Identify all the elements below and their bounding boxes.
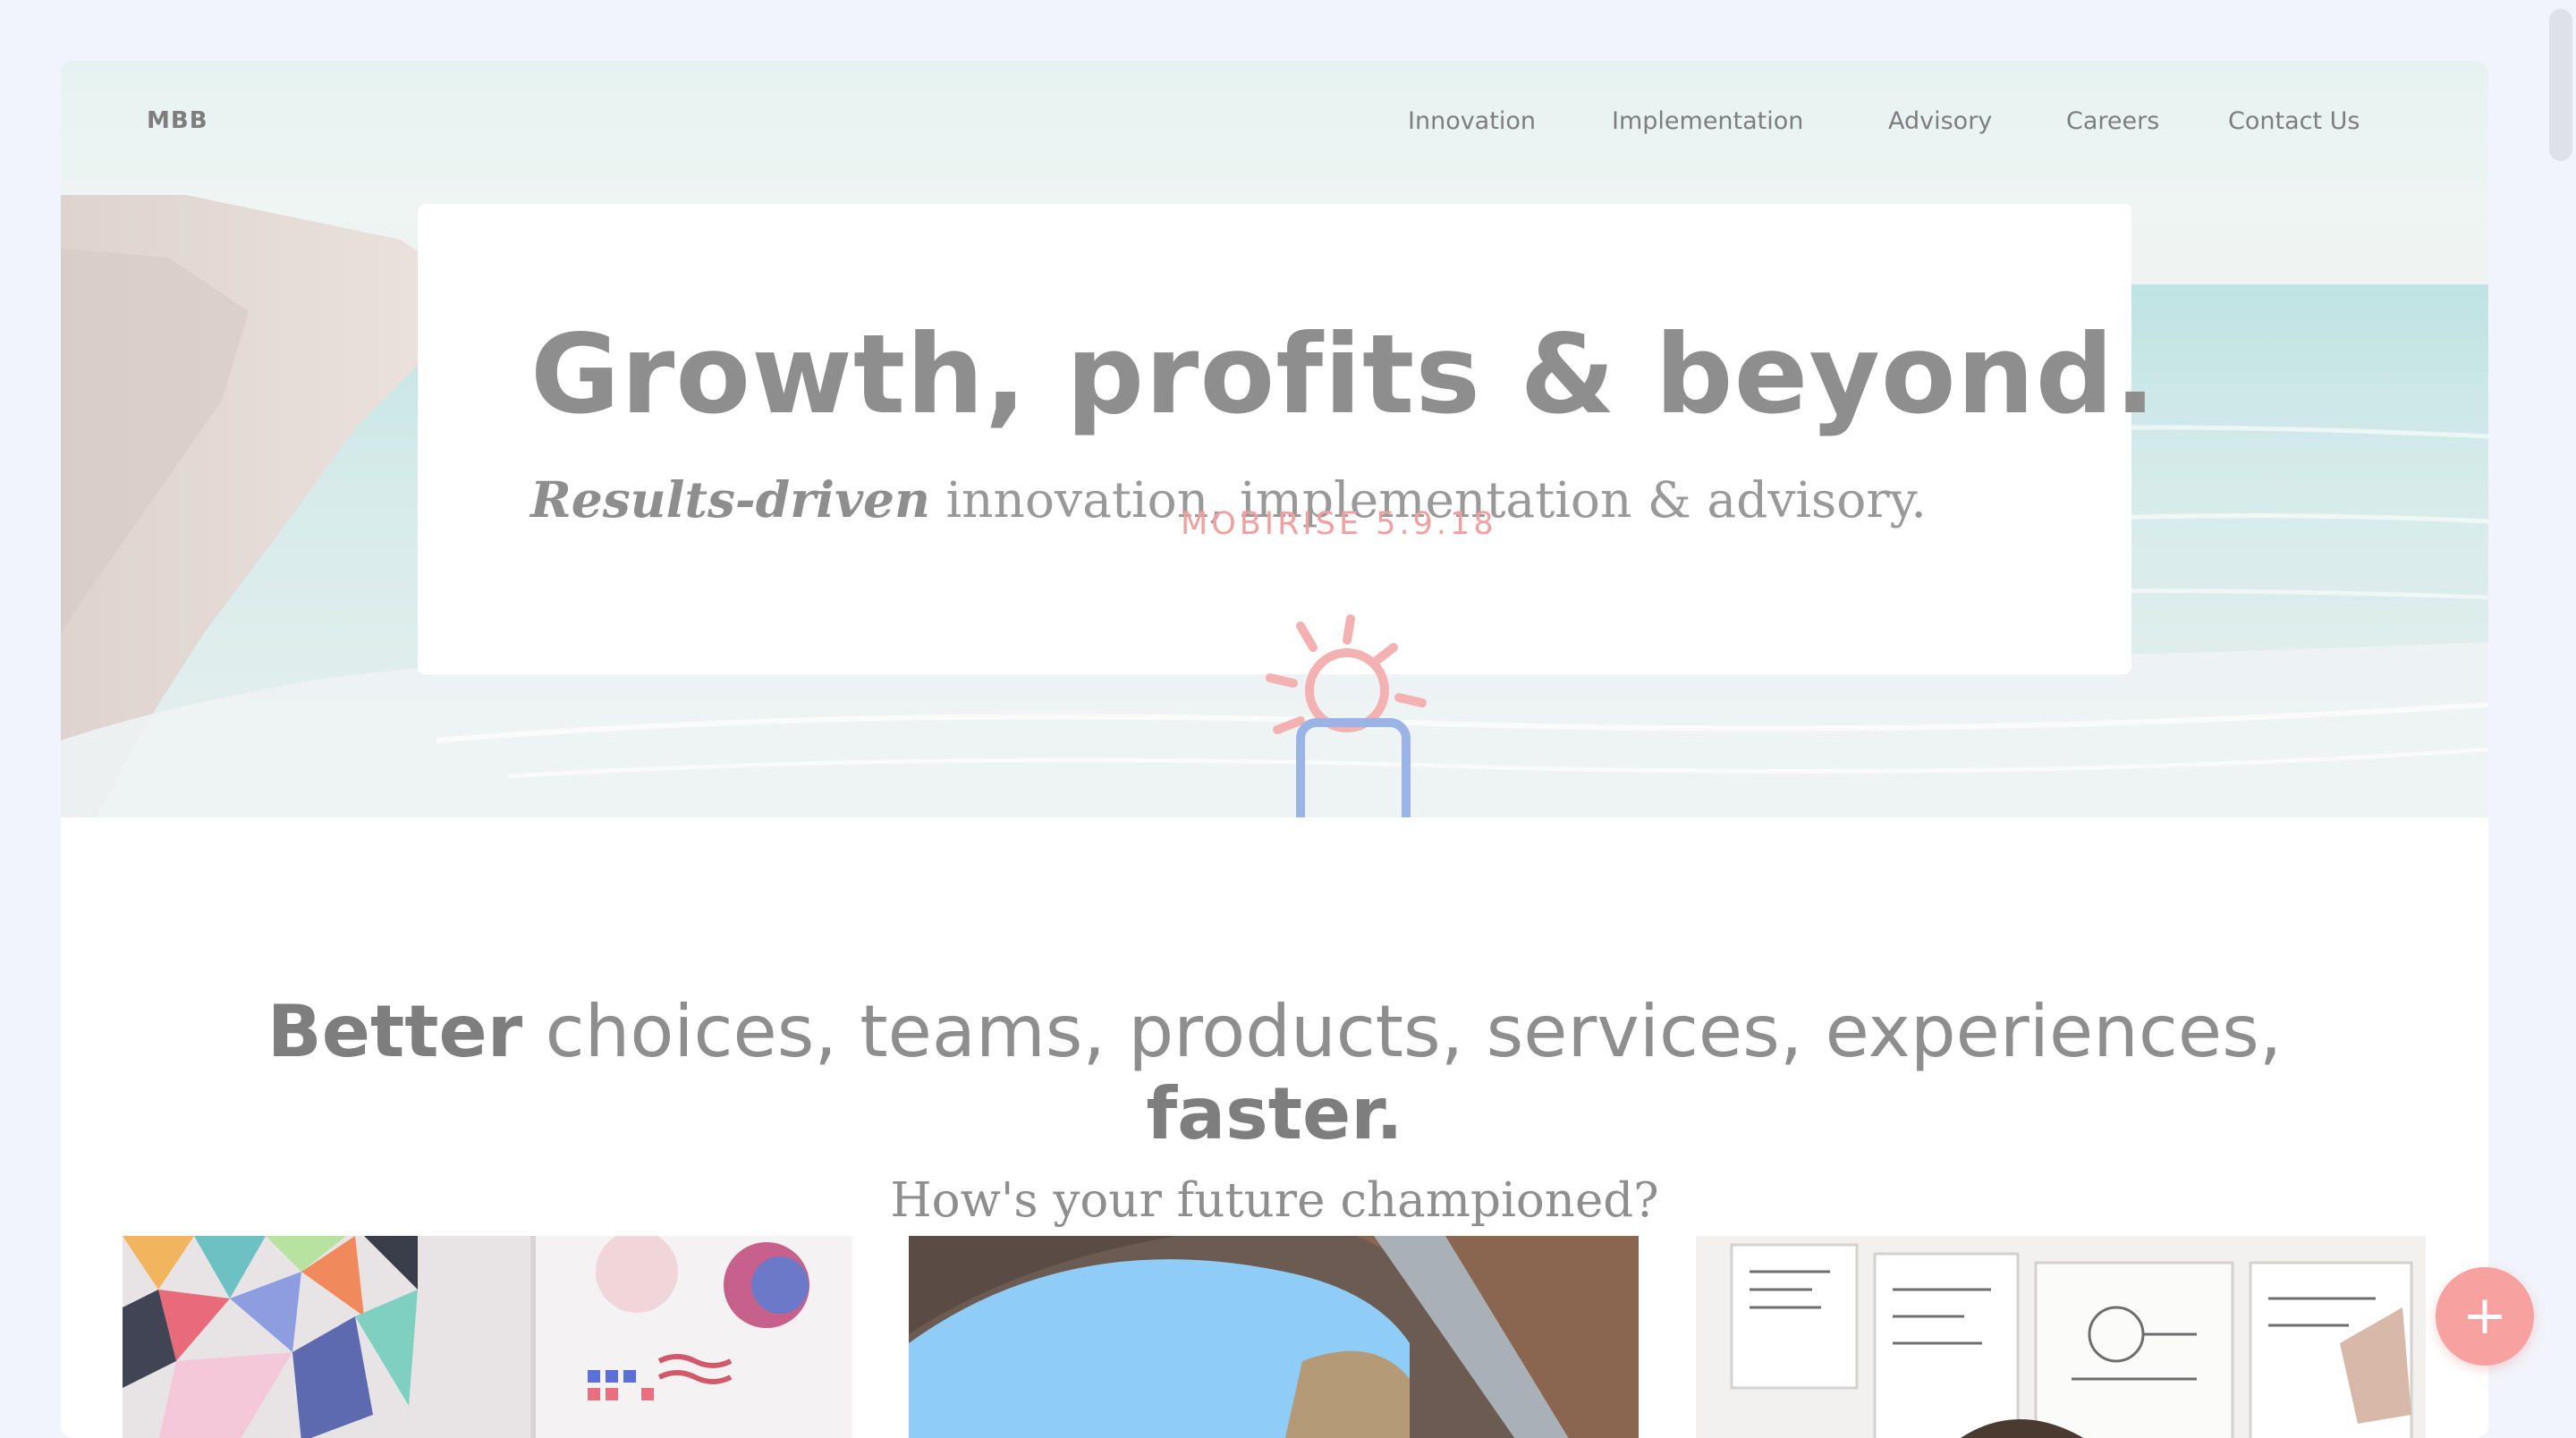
mobirise-logo-icon bbox=[1266, 614, 1427, 817]
section-title-bold-better: Better bbox=[267, 990, 523, 1073]
add-block-button[interactable]: + bbox=[2436, 1267, 2534, 1366]
nav-link-advisory[interactable]: Advisory bbox=[1888, 107, 1992, 135]
plus-icon: + bbox=[2462, 1284, 2508, 1347]
hero-title: Growth, profits & beyond. bbox=[530, 311, 2157, 438]
section-title-bold-faster: faster. bbox=[1146, 1072, 1403, 1155]
scrollbar-thumb[interactable] bbox=[2549, 9, 2572, 161]
brand-logo[interactable]: MBB bbox=[147, 107, 208, 134]
card-image-art-2 bbox=[909, 1236, 1639, 1438]
page-scrollbar[interactable] bbox=[2546, 0, 2576, 1408]
card-image-architecture[interactable] bbox=[909, 1236, 1639, 1438]
page-frame: MBB Innovation Implementation Advisory C… bbox=[61, 61, 2488, 1438]
top-navigation: MBB Innovation Implementation Advisory C… bbox=[61, 61, 2488, 191]
card-image-art-3 bbox=[1696, 1236, 2426, 1438]
nav-link-contact-us[interactable]: Contact Us bbox=[2228, 107, 2360, 135]
section-subtitle: How's your future championed? bbox=[890, 1173, 1659, 1228]
mobirise-watermark: MOBIRISE 5.9.18 bbox=[1181, 506, 1497, 542]
nav-link-implementation[interactable]: Implementation bbox=[1612, 107, 1803, 135]
card-image-art-1 bbox=[123, 1236, 852, 1438]
nav-link-innovation[interactable]: Innovation bbox=[1408, 107, 1536, 135]
section-title: Better choices, teams, products, service… bbox=[61, 991, 2488, 1155]
hero-card: Growth, profits & beyond. Results-driven… bbox=[418, 204, 2156, 674]
card-image-colorful-design[interactable] bbox=[123, 1236, 852, 1438]
nav-link-careers[interactable]: Careers bbox=[2066, 107, 2159, 135]
hero-section: MBB Innovation Implementation Advisory C… bbox=[61, 61, 2488, 817]
card-image-whiteboard[interactable] bbox=[1696, 1236, 2426, 1438]
hero-subtitle-emphasis: Results-driven bbox=[530, 470, 931, 529]
section-title-text: choices, teams, products, services, expe… bbox=[522, 990, 2283, 1073]
